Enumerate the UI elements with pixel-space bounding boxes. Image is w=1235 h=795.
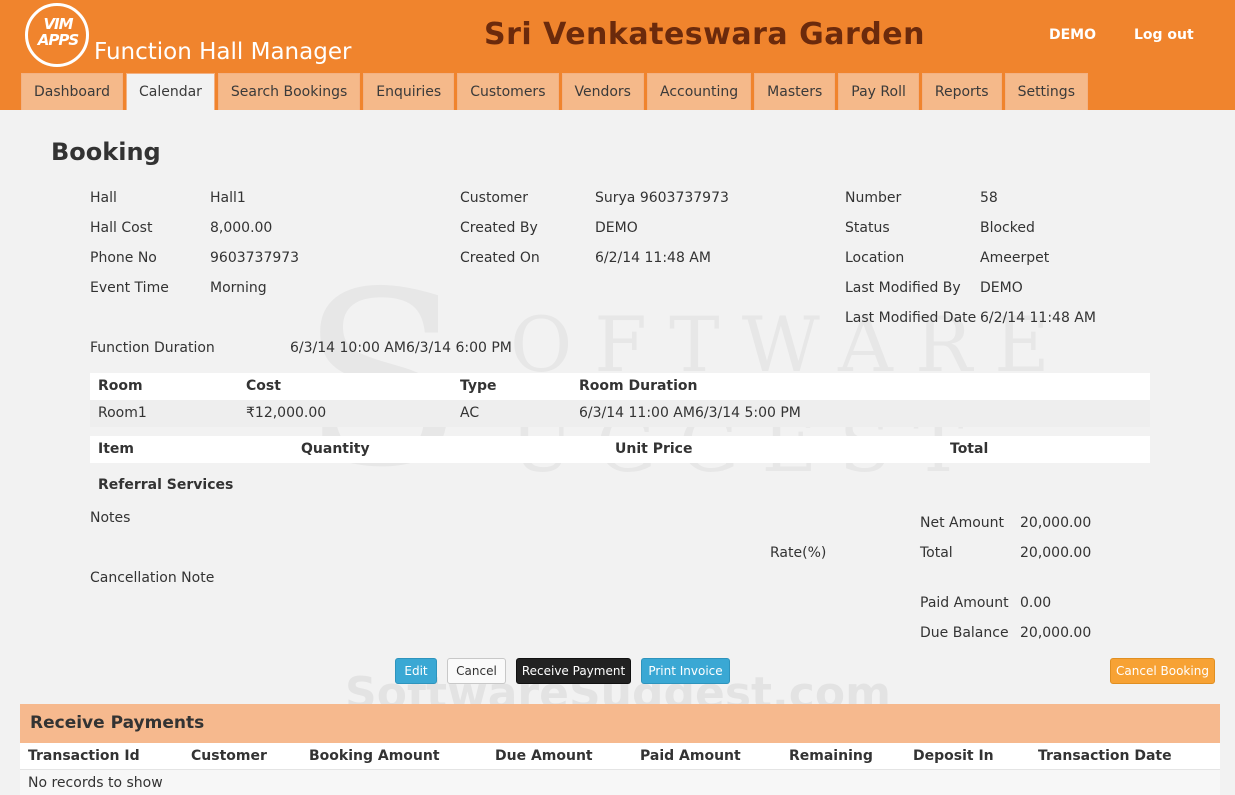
event-time-label: Event Time — [90, 280, 169, 296]
last-modified-date-label: Last Modified Date — [845, 310, 977, 326]
referral-services-row: Referral Services — [90, 472, 1150, 499]
phone-label: Phone No — [90, 250, 157, 266]
room-type: AC — [460, 405, 480, 421]
col-transaction-date: Transaction Date — [1038, 748, 1172, 764]
net-amount-value: 20,000.00 — [1020, 515, 1092, 531]
cancellation-note-label: Cancellation Note — [90, 570, 215, 586]
tab-search-bookings[interactable]: Search Bookings — [217, 73, 361, 110]
col-quantity: Quantity — [301, 441, 370, 457]
tab-customers[interactable]: Customers — [457, 73, 559, 110]
due-balance-label: Due Balance — [920, 625, 1009, 641]
col-unit-price: Unit Price — [615, 441, 693, 457]
created-by-value: DEMO — [595, 220, 638, 236]
due-balance-value: 20,000.00 — [1020, 625, 1092, 641]
rooms-table-header: Room Cost Type Room Duration — [90, 373, 1150, 400]
created-on-value: 6/2/14 11:48 AM — [595, 250, 711, 266]
hall-label: Hall — [90, 190, 117, 206]
number-label: Number — [845, 190, 902, 206]
location-label: Location — [845, 250, 905, 266]
tab-enquiries[interactable]: Enquiries — [363, 73, 455, 110]
last-modified-by-label: Last Modified By — [845, 280, 961, 296]
print-invoice-button[interactable]: Print Invoice — [641, 658, 730, 684]
app-header: VIM APPS Function Hall Manager Sri Venka… — [0, 0, 1235, 110]
col-item: Item — [98, 441, 134, 457]
col-paid-amount: Paid Amount — [640, 748, 741, 764]
last-modified-date-value: 6/2/14 11:48 AM — [980, 310, 1096, 326]
phone-value: 9603737973 — [210, 250, 300, 266]
col-room-duration: Room Duration — [579, 378, 698, 394]
col-remaining: Remaining — [789, 748, 873, 764]
cancel-button[interactable]: Cancel — [447, 658, 506, 684]
created-on-label: Created On — [460, 250, 540, 266]
customer-value: Surya 9603737973 — [595, 190, 729, 206]
status-value: Blocked — [980, 220, 1035, 236]
user-link[interactable]: DEMO — [1049, 27, 1096, 43]
total-label: Total — [920, 545, 953, 561]
tab-calendar[interactable]: Calendar — [125, 73, 215, 110]
items-table-header: Item Quantity Unit Price Total — [90, 436, 1150, 463]
no-records-text: No records to show — [28, 775, 163, 791]
referral-services-label: Referral Services — [98, 477, 234, 493]
receive-payment-button[interactable]: Receive Payment — [516, 658, 631, 684]
tab-masters[interactable]: Masters — [754, 73, 836, 110]
col-total: Total — [950, 441, 989, 457]
location-value: Ameerpet — [980, 250, 1050, 266]
notes-label: Notes — [90, 510, 131, 526]
payments-table-header: Transaction Id Customer Booking Amount D… — [20, 743, 1220, 770]
rate-label: Rate(%) — [770, 545, 827, 561]
total-value: 20,000.00 — [1020, 545, 1092, 561]
logout-link[interactable]: Log out — [1134, 27, 1194, 43]
hall-cost-value: 8,000.00 — [210, 220, 273, 236]
app-name: Function Hall Manager — [94, 39, 352, 65]
function-duration-label: Function Duration — [90, 340, 215, 356]
paid-amount-value: 0.00 — [1020, 595, 1052, 611]
receive-payments-title: Receive Payments — [30, 713, 205, 733]
paid-amount-label: Paid Amount — [920, 595, 1009, 611]
customer-label: Customer — [460, 190, 529, 206]
main-nav-tabs: Dashboard Calendar Search Bookings Enqui… — [21, 73, 1091, 110]
tab-reports[interactable]: Reports — [921, 73, 1002, 110]
col-room: Room — [98, 378, 143, 394]
tab-vendors[interactable]: Vendors — [561, 73, 644, 110]
event-time-value: Morning — [210, 280, 267, 296]
hall-cost-label: Hall Cost — [90, 220, 153, 236]
page-title: Booking — [51, 138, 161, 166]
edit-button[interactable]: Edit — [395, 658, 437, 684]
tab-pay-roll[interactable]: Pay Roll — [838, 73, 919, 110]
last-modified-by-value: DEMO — [980, 280, 1023, 296]
col-transaction-id: Transaction Id — [28, 748, 140, 764]
receive-payments-panel-header: Receive Payments — [20, 704, 1220, 743]
col-due-amount: Due Amount — [495, 748, 593, 764]
cancel-booking-button[interactable]: Cancel Booking — [1110, 658, 1215, 684]
col-booking-amount: Booking Amount — [309, 748, 440, 764]
room-duration: 6/3/14 11:00 AM6/3/14 5:00 PM — [579, 405, 801, 421]
status-label: Status — [845, 220, 890, 236]
created-by-label: Created By — [460, 220, 538, 236]
tab-settings[interactable]: Settings — [1004, 73, 1088, 110]
net-amount-label: Net Amount — [920, 515, 1005, 531]
logo-text: VIM APPS — [37, 15, 79, 49]
col-customer: Customer — [191, 748, 267, 764]
number-value: 58 — [980, 190, 998, 206]
hall-value: Hall1 — [210, 190, 246, 206]
col-cost: Cost — [246, 378, 281, 394]
tab-accounting[interactable]: Accounting — [646, 73, 752, 110]
function-duration-value: 6/3/14 10:00 AM6/3/14 6:00 PM — [290, 340, 512, 356]
tab-dashboard[interactable]: Dashboard — [21, 73, 123, 110]
room-cost: ₹12,000.00 — [246, 405, 327, 421]
col-deposit-in: Deposit In — [913, 748, 994, 764]
payments-empty-row: No records to show — [20, 770, 1220, 795]
room-name: Room1 — [98, 405, 147, 421]
table-row: Room1 ₹12,000.00 AC 6/3/14 11:00 AM6/3/1… — [90, 400, 1150, 427]
col-type: Type — [460, 378, 497, 394]
vimapps-logo[interactable]: VIM APPS — [25, 3, 89, 67]
organization-name: Sri Venkateswara Garden — [484, 17, 925, 52]
